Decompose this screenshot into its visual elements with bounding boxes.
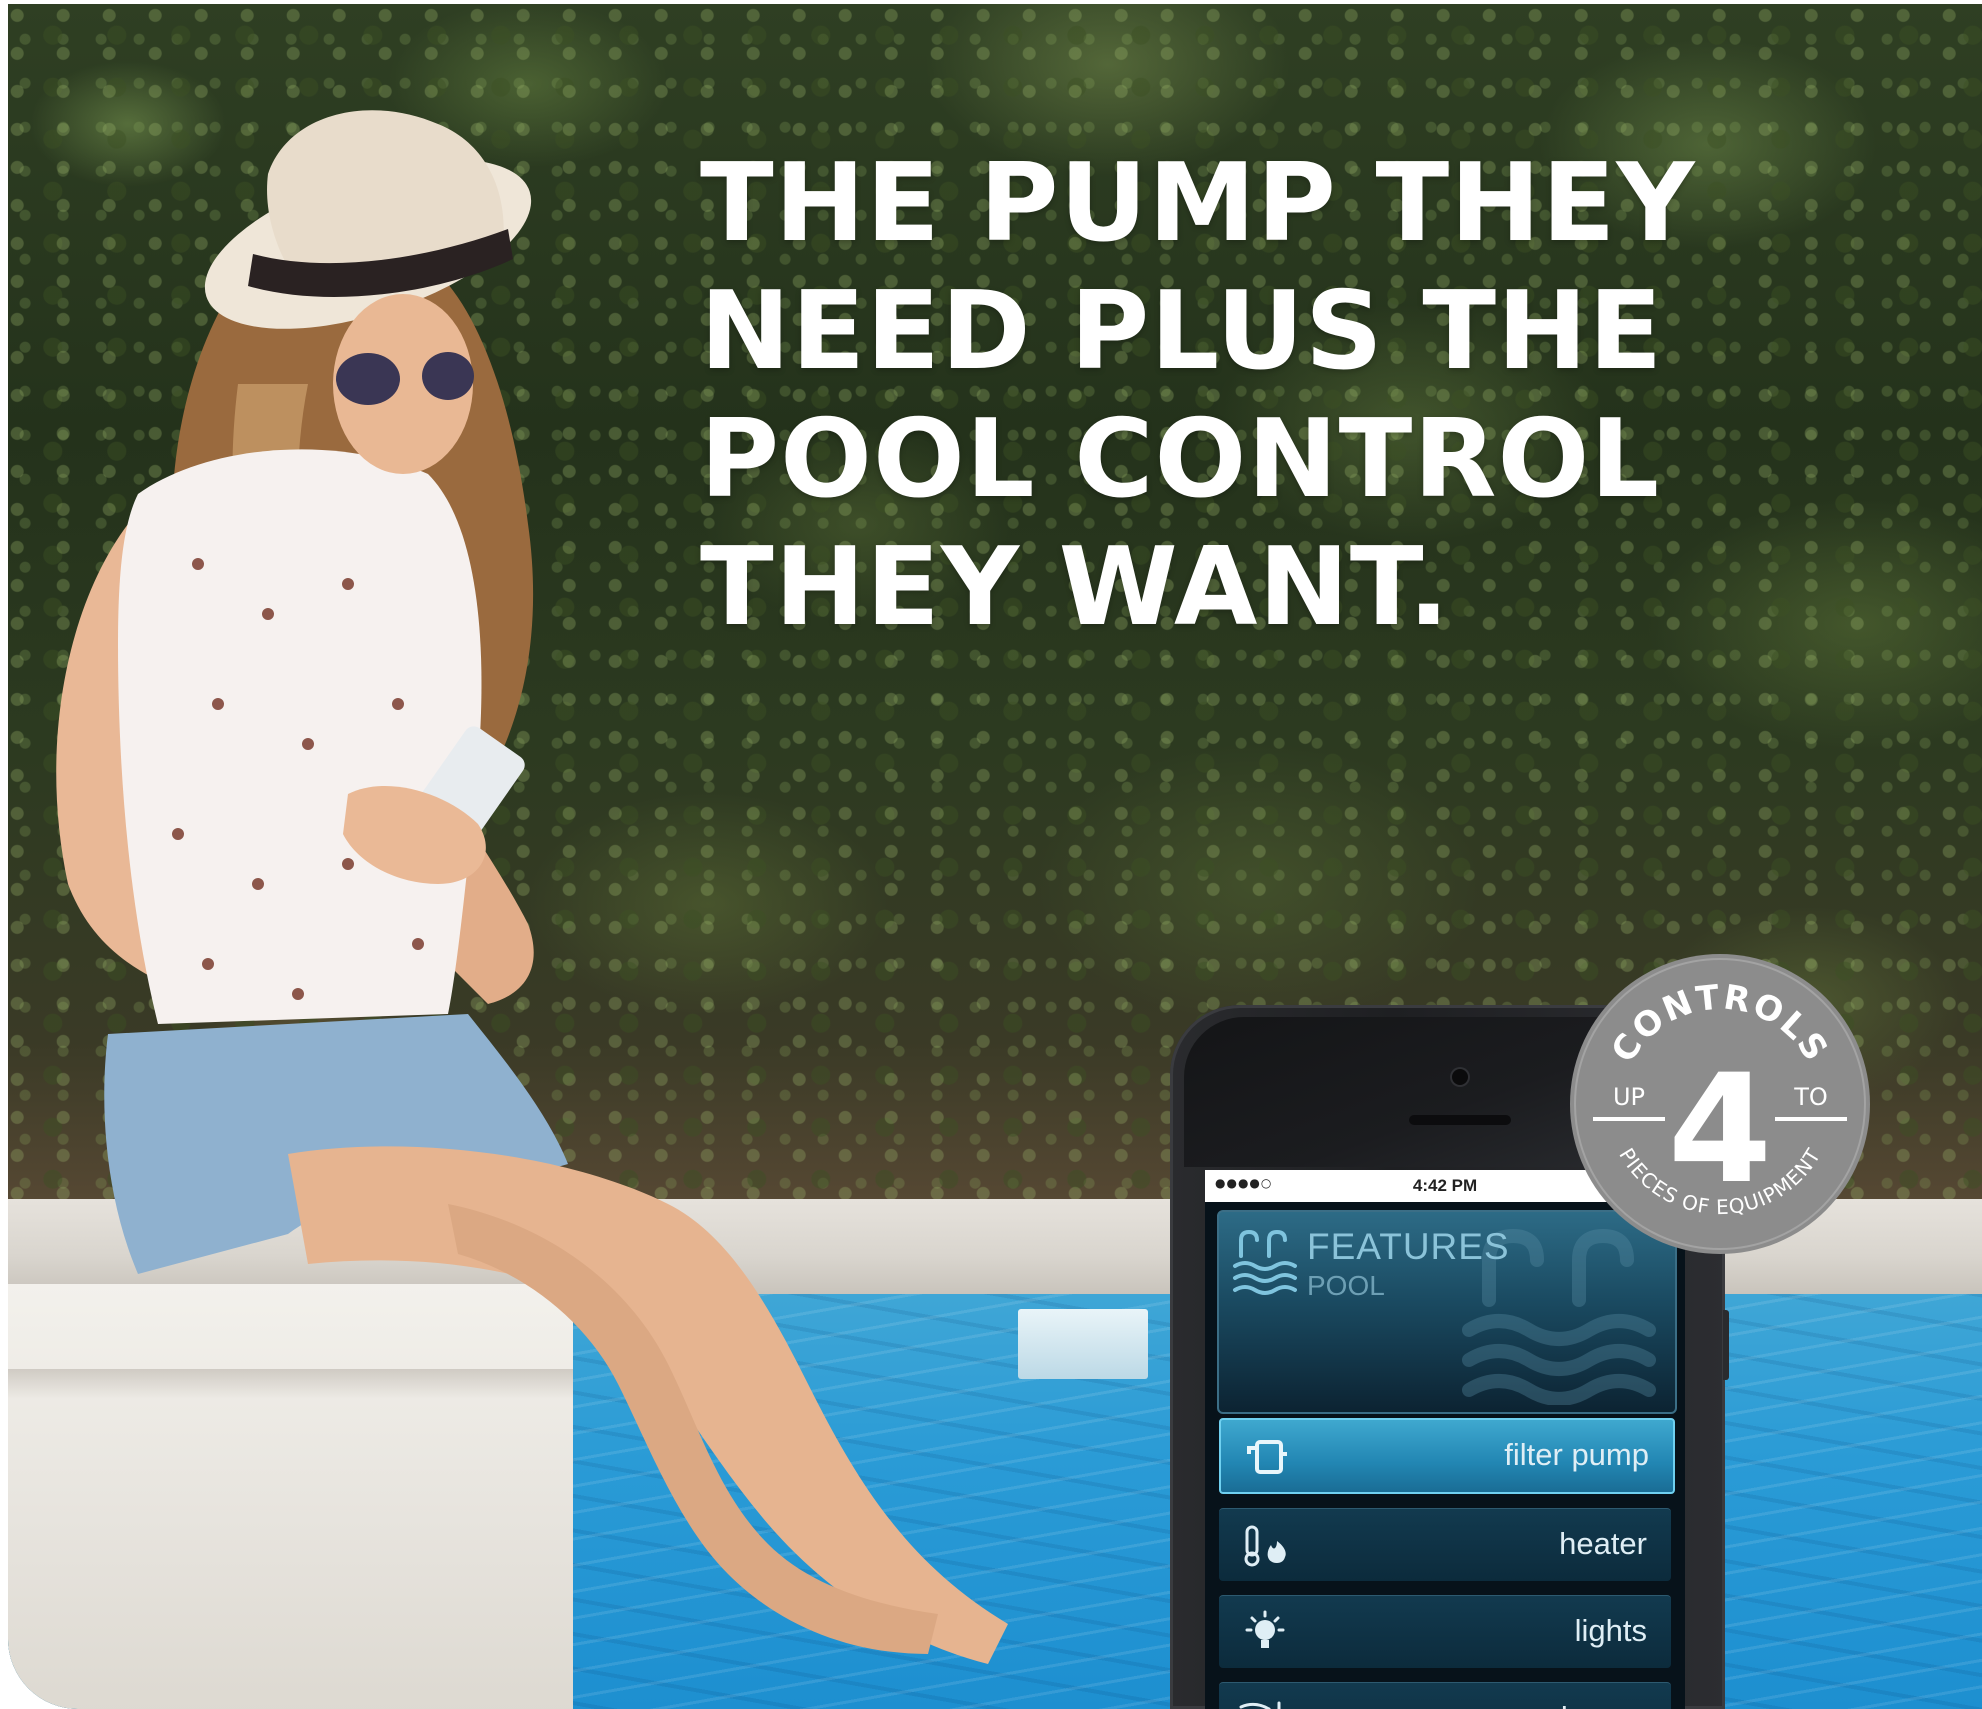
headline-line-2: NEED PLUS THE (700, 269, 1664, 394)
pool-icon (1233, 1229, 1297, 1295)
phone-side-button (1723, 1310, 1729, 1380)
headline-line-4: THEY WANT. (700, 525, 1451, 650)
equipment-menu: filter pump heater lights (1219, 1418, 1675, 1709)
menu-item-filter-pump[interactable]: filter pump (1219, 1418, 1675, 1494)
menu-label-cleaner: cleaner (1545, 1700, 1647, 1709)
menu-label-lights: lights (1574, 1613, 1647, 1648)
front-camera (1452, 1069, 1468, 1085)
features-subtitle: POOL (1307, 1270, 1385, 1301)
features-title: FEATURES (1307, 1226, 1510, 1267)
advertisement-page: THE PUMP THEY NEED PLUS THE POOL CONTROL… (0, 0, 1982, 1709)
sunglasses-right (422, 352, 474, 400)
menu-label-heater: heater (1559, 1526, 1647, 1561)
menu-item-cleaner[interactable]: cleaner (1219, 1682, 1671, 1709)
headline-line-1: THE PUMP THEY (700, 141, 1696, 266)
cleaner-icon (1239, 1701, 1281, 1709)
headline: THE PUMP THEY NEED PLUS THE POOL CONTROL… (700, 140, 1700, 652)
earpiece-speaker (1409, 1115, 1511, 1125)
filter-pump-icon (1247, 1440, 1287, 1474)
lights-icon (1245, 1610, 1285, 1648)
headline-line-3: POOL CONTROL (700, 397, 1661, 522)
sunglasses-left (336, 353, 400, 405)
blouse (118, 449, 482, 1024)
heater-icon (1244, 1525, 1286, 1567)
controls-badge: CONTROLS UP TO 4 PIECES OF EQUIPMENT (1570, 954, 1870, 1254)
badge-left-text: UP (1613, 1083, 1645, 1111)
badge-right-text: TO (1793, 1083, 1828, 1111)
menu-item-lights[interactable]: lights (1219, 1595, 1671, 1668)
menu-item-heater[interactable]: heater (1219, 1508, 1671, 1581)
menu-label-filter-pump: filter pump (1504, 1437, 1649, 1472)
